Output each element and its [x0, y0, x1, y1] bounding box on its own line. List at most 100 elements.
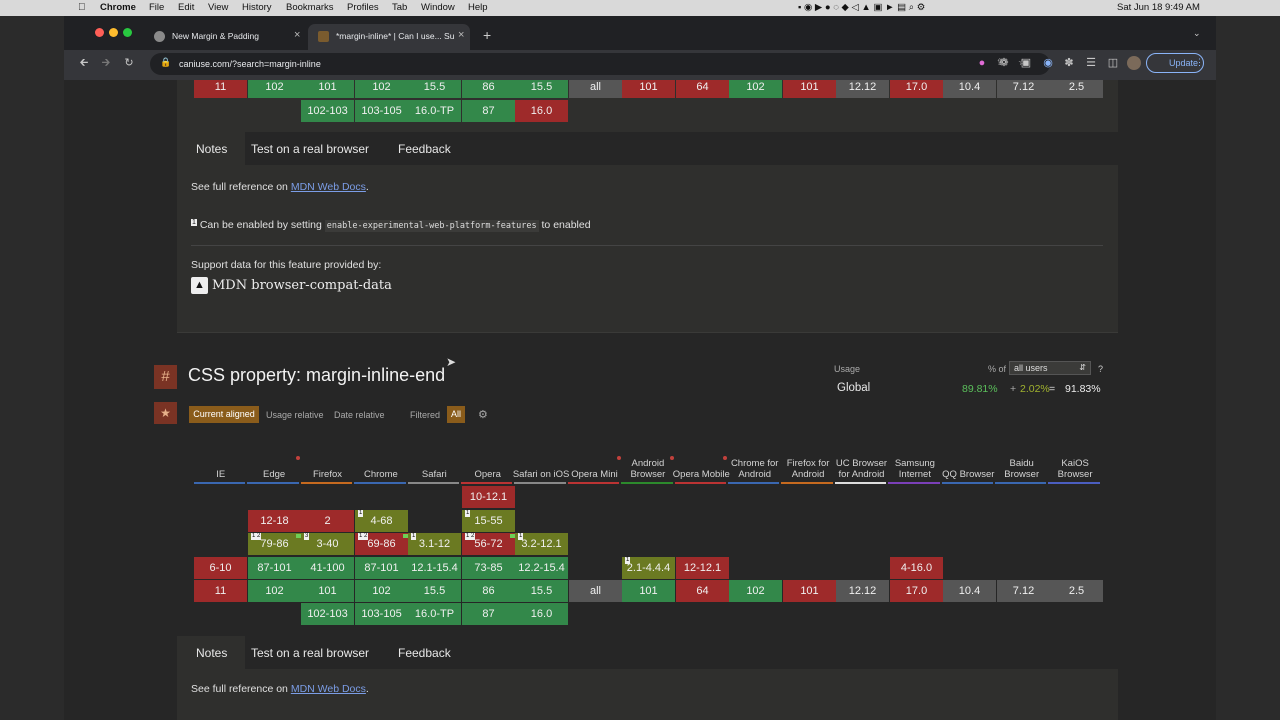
support-cell[interactable]: 12-18 [248, 510, 301, 532]
support-cell[interactable]: 12-12.1 [676, 557, 729, 579]
address-bar[interactable]: 🔒 caniuse.com/?search=margin-inline ⇪ ☆ [150, 53, 1050, 75]
support-cell[interactable]: 101 [783, 580, 836, 602]
support-cell[interactable]: 15.5 [408, 580, 461, 602]
support-cell[interactable]: 16.0-TP [408, 603, 461, 625]
browser-header[interactable]: KaiOS Browser [1044, 458, 1105, 480]
menubar-clock[interactable]: Sat Jun 18 9:49 AM [1117, 2, 1200, 13]
tab-test-real-browser[interactable]: Test on a real browser [251, 142, 369, 156]
tab-search-icon[interactable]: ⌄ [1193, 28, 1201, 39]
browser-header[interactable]: Edge [243, 469, 304, 480]
support-cell[interactable]: 64 [676, 80, 729, 98]
menu-edit[interactable]: Edit [178, 2, 194, 13]
menu-history[interactable]: History [242, 2, 272, 13]
browser-header[interactable]: Opera [457, 469, 518, 480]
menu-profiles[interactable]: Profiles [347, 2, 379, 13]
tab-caniuse[interactable]: *margin-inline* | Can I use... Su × [308, 24, 470, 50]
support-cell[interactable]: 2.5 [1050, 80, 1103, 98]
support-cell[interactable]: all [569, 580, 622, 602]
view-date-relative[interactable]: Date relative [334, 410, 385, 420]
minimize-window-icon[interactable] [109, 28, 118, 37]
extension-box-icon[interactable]: ▣ [1019, 56, 1033, 70]
support-cell[interactable]: 12.12 [836, 80, 889, 98]
support-cell[interactable]: 87-101 [248, 557, 301, 579]
menu-view[interactable]: View [208, 2, 228, 13]
support-cell[interactable]: 64 [676, 580, 729, 602]
menu-app-name[interactable]: Chrome [100, 2, 136, 13]
support-cell[interactable]: 2 [301, 510, 354, 532]
help-icon[interactable]: ? [1098, 364, 1103, 374]
support-cell[interactable]: 4-16.0 [890, 557, 943, 579]
extension-gear-icon[interactable]: ❁ [997, 56, 1011, 70]
support-cell[interactable]: 12.12 [836, 580, 889, 602]
tab-notes[interactable]: Notes [196, 646, 227, 660]
filter-filtered[interactable]: Filtered [410, 410, 440, 420]
support-cell[interactable]: 102 [248, 80, 301, 98]
sidebar-icon[interactable]: ◫ [1106, 56, 1120, 70]
support-cell[interactable]: 86 [462, 580, 515, 602]
support-cell[interactable]: 16.0 [515, 100, 568, 122]
support-cell[interactable]: 15.5 [515, 80, 568, 98]
extension-colorpicker-icon[interactable]: ● [975, 56, 989, 70]
users-select[interactable]: all users ⇵ [1009, 361, 1091, 375]
menu-file[interactable]: File [149, 2, 164, 13]
browser-header[interactable]: Safari [404, 469, 465, 480]
support-cell[interactable]: 102 [355, 80, 408, 98]
support-cell[interactable]: 101 [622, 80, 675, 98]
support-cell[interactable]: 16.0-TP [408, 100, 461, 122]
support-cell[interactable]: 15.5 [408, 80, 461, 98]
support-cell[interactable]: 87 [462, 100, 515, 122]
bookmark-star-icon[interactable]: ★ [154, 402, 177, 424]
tab-feedback[interactable]: Feedback [398, 646, 451, 660]
back-icon[interactable]: 🡰 [77, 56, 91, 70]
extensions-puzzle-icon[interactable]: ✽ [1062, 56, 1076, 70]
support-cell[interactable]: 10.4 [943, 80, 996, 98]
support-cell[interactable]: 101 [783, 80, 836, 98]
tab-test-real-browser[interactable]: Test on a real browser [251, 646, 369, 660]
support-cell[interactable]: 102-103 [301, 100, 354, 122]
support-cell[interactable]: 11 [194, 580, 247, 602]
zoom-window-icon[interactable] [123, 28, 132, 37]
mdn-link[interactable]: MDN Web Docs [291, 683, 366, 695]
support-cell[interactable]: 12.1-15.4 [408, 557, 461, 579]
browser-header[interactable]: Chrome for Android [724, 458, 785, 480]
menu-bookmarks[interactable]: Bookmarks [286, 2, 334, 13]
browser-header[interactable]: IE [190, 469, 251, 480]
browser-header[interactable]: Safari on iOS [510, 469, 571, 480]
support-cell[interactable]: 101 [301, 580, 354, 602]
browser-header[interactable]: UC Browser for Android [831, 458, 892, 480]
new-tab-icon[interactable]: + [483, 27, 491, 43]
support-cell[interactable]: 6-10 [194, 557, 247, 579]
support-cell[interactable]: 73-85 [462, 557, 515, 579]
support-cell[interactable]: 12.2-15.4 [515, 557, 568, 579]
view-current-aligned[interactable]: Current aligned [189, 406, 259, 423]
browser-header[interactable]: QQ Browser [938, 469, 999, 480]
filter-all[interactable]: All [447, 406, 465, 423]
support-cell[interactable]: 87-101 [355, 557, 408, 579]
tab-margin-padding[interactable]: New Margin & Padding × [144, 24, 306, 50]
support-cell[interactable]: 102 [248, 580, 301, 602]
browser-header[interactable]: Firefox for Android [777, 458, 838, 480]
support-cell[interactable]: 87 [462, 603, 515, 625]
update-button[interactable]: Update ⋮ [1146, 53, 1204, 73]
support-cell[interactable]: 17.0 [890, 580, 943, 602]
view-usage-relative[interactable]: Usage relative [266, 410, 324, 420]
browser-header[interactable]: Baidu Browser [991, 458, 1052, 480]
support-cell[interactable]: 17.0 [890, 80, 943, 98]
support-cell[interactable]: 103-105 [355, 100, 408, 122]
more-menu-icon[interactable]: ⋮ [1195, 57, 1204, 68]
support-cell[interactable]: 101 [301, 80, 354, 98]
browser-header[interactable]: Chrome [350, 469, 411, 480]
lock-icon[interactable]: 🔒 [160, 57, 171, 68]
support-cell[interactable]: 10-12.1 [462, 486, 515, 508]
support-cell[interactable]: 15.5 [515, 580, 568, 602]
menu-help[interactable]: Help [468, 2, 488, 13]
close-tab-icon[interactable]: × [458, 29, 464, 41]
profile-avatar[interactable] [1127, 56, 1141, 70]
reload-icon[interactable]: ↻ [122, 56, 136, 70]
browser-header[interactable]: Firefox [297, 469, 358, 480]
extension-circle-icon[interactable]: ◉ [1041, 56, 1055, 70]
status-icons[interactable]: ▪ ◉ ▶ ● ◌ ◆ ◁ ▲ ▣ ► ▤ ⌕ ⚙ [798, 2, 925, 13]
anchor-hash-icon[interactable]: # [154, 365, 177, 389]
menu-tab[interactable]: Tab [392, 2, 407, 13]
forward-icon[interactable]: 🡲 [99, 56, 113, 70]
